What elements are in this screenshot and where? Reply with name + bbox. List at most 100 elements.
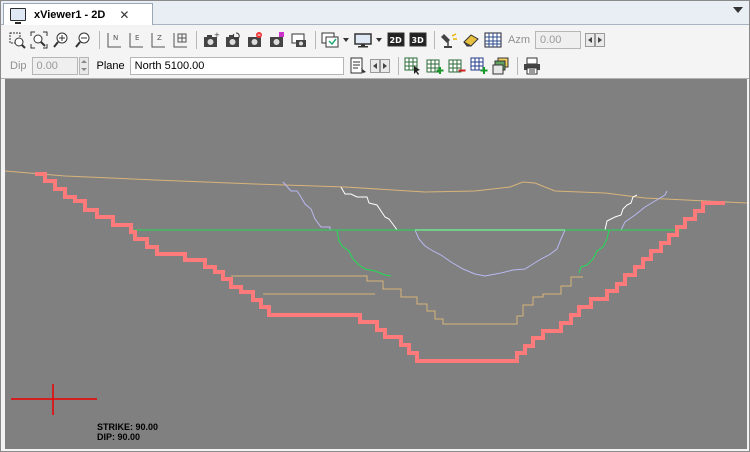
grid-select-icon — [404, 57, 420, 75]
spin-up-icon — [80, 60, 87, 63]
zoom-window-icon — [9, 32, 26, 49]
monitor-icon — [10, 8, 26, 24]
water-level-curve-left — [336, 229, 392, 277]
blue-pit-shell — [282, 181, 668, 277]
layers-dropdown-icon[interactable] — [343, 38, 349, 42]
separator — [516, 56, 518, 75]
dip-readout: DIP: 90.00 — [97, 432, 141, 442]
view-north-button[interactable]: N — [104, 30, 124, 50]
arrow-left-icon — [372, 62, 377, 69]
zoom-extents-button[interactable] — [29, 30, 49, 50]
tab-title: xViewer1 - 2D — [34, 8, 106, 21]
grid-add-button[interactable] — [425, 56, 445, 76]
eraser-icon — [463, 34, 479, 47]
svg-text:+: + — [214, 31, 220, 39]
section-viewport[interactable]: STRIKE: 90.00 DIP: 90.00 — [5, 79, 747, 449]
toolbar-row-2: Dip Plane — [1, 53, 749, 79]
arrow-right-icon — [382, 62, 387, 69]
view-3d-button[interactable]: 3D — [408, 30, 428, 50]
grid-remove-button[interactable] — [447, 56, 467, 76]
separator — [315, 31, 316, 49]
plane-properties-button[interactable] — [348, 56, 368, 76]
tab-list-dropdown-icon[interactable] — [733, 7, 743, 13]
dip-label: Dip — [10, 59, 27, 72]
zoom-window-button[interactable] — [7, 30, 27, 50]
camera-icon: + — [204, 31, 220, 47]
layer-stack-icon — [492, 57, 509, 74]
snapshot-delete-button[interactable] — [245, 30, 265, 50]
snapshot-color-button[interactable] — [267, 30, 287, 50]
crosshair-icon — [11, 384, 97, 415]
snapshot-button[interactable]: + — [201, 30, 221, 50]
tab-xviewer1[interactable]: xViewer1 - 2D ✕ — [3, 3, 153, 25]
camera-delete-icon — [248, 32, 262, 47]
arrow-right-icon — [598, 37, 602, 43]
view-z-button[interactable]: Z — [148, 30, 168, 50]
grid-add-icon — [426, 59, 444, 74]
grid-new-icon — [470, 57, 488, 74]
grid-remove-icon — [448, 59, 466, 72]
grid-icon — [484, 32, 502, 48]
dip-spinner[interactable] — [78, 56, 89, 75]
grid-select-button[interactable] — [403, 56, 423, 76]
view-2d-button[interactable]: 2D — [386, 30, 406, 50]
view-2d-icon: 2D — [387, 32, 405, 47]
snapshot-rotate-button[interactable] — [223, 30, 243, 50]
white-section-line-right — [604, 194, 638, 231]
zoom-out-button[interactable] — [73, 30, 93, 50]
camera-window-icon — [291, 33, 306, 47]
toolbar-row-1: N E Z + 2D 3D Azm 0.00 — [1, 27, 749, 53]
grid-button[interactable] — [483, 30, 503, 50]
azimuth-decrease-button[interactable] — [585, 33, 595, 47]
plane-prev-button[interactable] — [369, 58, 380, 73]
view-plan-button[interactable] — [170, 30, 190, 50]
zoom-out-icon — [75, 32, 90, 48]
svg-text:Z: Z — [157, 34, 162, 42]
camera-refresh-icon — [226, 32, 240, 47]
close-icon[interactable]: ✕ — [119, 8, 129, 22]
tab-bar: xViewer1 - 2D ✕ — [1, 1, 749, 25]
layers-icon — [321, 32, 339, 48]
plane-next-button[interactable] — [379, 58, 390, 73]
document-list-icon — [350, 57, 366, 73]
azimuth-label: Azm — [508, 34, 530, 46]
strike-readout: STRIKE: 90.00 — [97, 422, 159, 432]
view-east-button[interactable]: E — [126, 30, 146, 50]
white-section-line-left — [340, 186, 398, 231]
spin-down-icon — [80, 68, 87, 71]
lighting-button[interactable] — [439, 30, 459, 50]
grid-new-button[interactable] — [469, 56, 489, 76]
azimuth-increase-button[interactable] — [595, 33, 605, 47]
grid-plane-icon — [173, 33, 187, 48]
axis-east-icon: E — [129, 33, 143, 48]
plane-input[interactable] — [129, 56, 344, 75]
svg-text:N: N — [113, 34, 118, 42]
snapshot-window-button[interactable] — [289, 30, 309, 50]
lamp-icon — [441, 33, 457, 48]
separator — [397, 56, 399, 75]
separator — [434, 31, 435, 49]
viewer-window: xViewer1 - 2D ✕ N E Z + 2D 3D Azm 0.00 D… — [0, 0, 750, 452]
zoom-in-button[interactable] — [51, 30, 71, 50]
svg-text:2D: 2D — [390, 36, 403, 45]
azimuth-input[interactable] — [535, 31, 581, 49]
svg-text:E: E — [135, 34, 139, 42]
plane-label: Plane — [96, 59, 125, 72]
dip-input[interactable] — [31, 56, 78, 75]
clear-button[interactable] — [461, 30, 481, 50]
monitor-icon — [354, 33, 372, 48]
print-button[interactable] — [522, 56, 542, 76]
zoom-in-icon — [53, 32, 68, 48]
separator — [196, 31, 197, 49]
section-plot — [5, 170, 747, 415]
arrow-left-icon — [588, 37, 592, 43]
separator — [99, 31, 100, 49]
display-dropdown-icon[interactable] — [376, 38, 382, 42]
axis-north-icon: N — [107, 33, 121, 48]
axis-z-icon: Z — [151, 33, 165, 48]
water-level-curve-right — [578, 229, 610, 274]
camera-palette-icon — [270, 32, 284, 47]
display-button[interactable] — [353, 30, 373, 50]
layer-stack-button[interactable] — [491, 56, 511, 76]
layers-button[interactable] — [320, 30, 340, 50]
